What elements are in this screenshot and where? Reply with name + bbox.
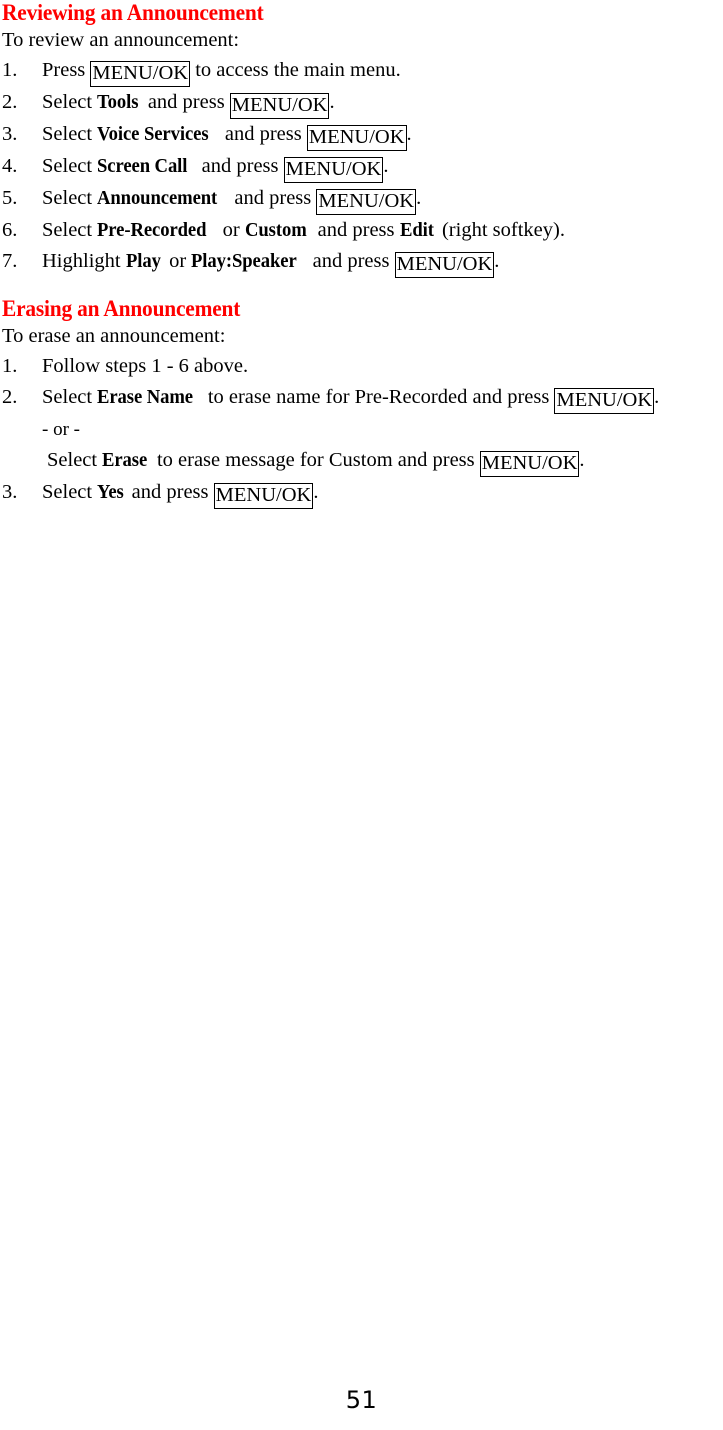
hardkey-label: MENU/OK: [229, 93, 330, 119]
step-item: 1. Press MENU/OK to access the main menu.: [2, 55, 721, 87]
section-lead-in: To erase an announcement:: [2, 325, 226, 347]
body-text: or: [164, 250, 192, 272]
body-text: or: [217, 219, 245, 241]
body-text: to access the main menu.: [190, 59, 401, 81]
body-text: and press: [312, 219, 400, 241]
step-number: 3.: [2, 123, 18, 145]
menu-keyword: Pre-Recorded: [97, 219, 207, 241]
section-lead-in: To review an announcement:: [2, 29, 240, 51]
menu-keyword: Play: [125, 250, 161, 272]
body-text: Highlight: [42, 250, 126, 272]
body-text: - or -: [42, 419, 80, 440]
body-text: Select: [42, 481, 98, 503]
body-text: and press: [126, 481, 214, 503]
body-text: and press: [229, 187, 317, 209]
body-text: Select: [42, 386, 98, 408]
body-text: Select: [47, 449, 103, 471]
body-text: .: [313, 481, 319, 503]
body-text: and press: [219, 123, 307, 145]
step-subline: Select Erase to erase message for Custom…: [2, 445, 721, 477]
hardkey-label: MENU/OK: [554, 388, 655, 414]
menu-keyword: Erase Name: [97, 386, 194, 408]
body-text: to erase message for Custom and press: [151, 449, 480, 471]
body-text: .: [494, 250, 500, 272]
body-text: .: [383, 155, 389, 177]
body-text: and press: [307, 250, 395, 272]
hardkey-label: MENU/OK: [283, 157, 384, 183]
step-text: Select Announcement and press MENU/OK.: [42, 187, 422, 215]
page-content: Reviewing an Announcement To review an an…: [2, 0, 721, 509]
step-subline: - or -: [2, 414, 721, 445]
body-text: and press: [196, 155, 284, 177]
body-text: to erase name for Pre-Recorded and press: [202, 386, 555, 408]
step-item: 1. Follow steps 1 - 6 above.: [2, 351, 721, 382]
step-text: Press MENU/OK to access the main menu.: [42, 59, 401, 87]
body-text: Press: [42, 59, 91, 81]
menu-keyword: Erase: [102, 449, 148, 471]
body-text: Select: [42, 123, 98, 145]
body-text: Select: [42, 187, 98, 209]
hardkey-label: MENU/OK: [479, 451, 580, 477]
step-item: 7. Highlight Play or Play:Speaker and pre…: [2, 246, 721, 278]
body-text: (right softkey).: [436, 219, 565, 241]
step-number: 5.: [2, 187, 18, 209]
hardkey-label: MENU/OK: [90, 61, 191, 87]
step-number: 1.: [2, 59, 18, 81]
body-text: Select: [42, 155, 98, 177]
step-number: 6.: [2, 219, 18, 241]
menu-keyword: Play:Speaker: [191, 250, 298, 272]
step-list: 1. Follow steps 1 - 6 above. 2. Select Eras…: [2, 351, 721, 509]
step-number: 2.: [2, 91, 18, 113]
body-text: Select: [42, 91, 98, 113]
menu-keyword: Voice Services: [97, 123, 209, 145]
menu-keyword: Screen Call: [97, 155, 188, 177]
step-number: 7.: [2, 250, 18, 272]
step-item: 6. Select Pre-Recorded or Custom and pres…: [2, 215, 721, 246]
manual-page: Reviewing an Announcement To review an an…: [0, 0, 723, 1430]
body-text: .: [416, 187, 422, 209]
hardkey-label: MENU/OK: [306, 125, 407, 151]
hardkey-label: MENU/OK: [316, 189, 417, 215]
step-number: 1.: [2, 355, 18, 377]
step-text: Highlight Play or Play:Speaker and press…: [42, 250, 500, 278]
body-text: .: [654, 386, 660, 408]
section-heading: Reviewing an Announcement: [2, 0, 264, 25]
step-list: 1. Press MENU/OK to access the main menu.…: [2, 55, 721, 278]
step-text: Select Tools and press MENU/OK.: [42, 91, 335, 119]
hardkey-label: MENU/OK: [213, 483, 314, 509]
step-text: Select Voice Services and press MENU/OK.: [42, 123, 412, 151]
menu-keyword: Announcement: [97, 187, 218, 209]
body-text: Select: [42, 219, 98, 241]
body-text: Follow steps 1 - 6 above.: [42, 355, 249, 377]
section-heading: Erasing an Announcement: [2, 296, 241, 321]
step-item: 2. Select Erase Name to erase name for Pr…: [2, 382, 721, 414]
menu-keyword: Edit: [399, 219, 434, 241]
step-text: Follow steps 1 - 6 above.: [42, 355, 248, 377]
menu-keyword: Yes: [97, 481, 124, 503]
step-number: 3.: [2, 481, 18, 503]
step-text: Select Yes and press MENU/OK.: [42, 481, 319, 509]
step-number: 4.: [2, 155, 18, 177]
menu-keyword: Custom: [244, 219, 307, 241]
page-number: 51: [345, 1386, 378, 1414]
step-text: Select Erase Name to erase name for Pre-…: [42, 386, 660, 414]
step-text: Select Pre-Recorded or Custom and press …: [42, 219, 565, 241]
menu-keyword: Tools: [97, 91, 139, 113]
body-text: and press: [142, 91, 230, 113]
body-text: .: [329, 91, 335, 113]
step-item: 3. Select Yes and press MENU/OK.: [2, 477, 721, 509]
body-text: .: [406, 123, 412, 145]
step-item: 5. Select Announcement and press MENU/OK.: [2, 183, 721, 215]
step-text: Select Screen Call and press MENU/OK.: [42, 155, 389, 183]
body-text: .: [579, 449, 585, 471]
step-item: 2. Select Tools and press MENU/OK.: [2, 87, 721, 119]
hardkey-label: MENU/OK: [394, 252, 495, 278]
step-number: 2.: [2, 386, 18, 408]
step-item: 4. Select Screen Call and press MENU/OK.: [2, 151, 721, 183]
step-item: 3. Select Voice Services and press MENU/O…: [2, 119, 721, 151]
